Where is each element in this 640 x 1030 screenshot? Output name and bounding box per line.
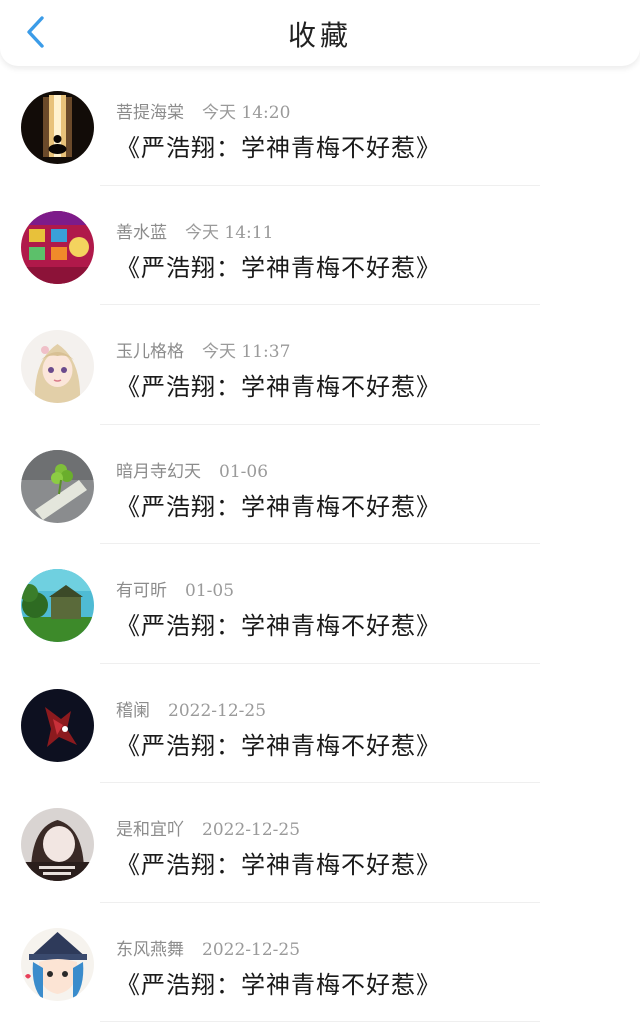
- header-bar: 收藏: [0, 0, 640, 66]
- timestamp: 01-05: [185, 581, 235, 601]
- book-title: 《严浩翔：学神青梅不好惹》: [116, 253, 441, 282]
- timestamp: 2022-12-25: [202, 820, 301, 840]
- avatar: [21, 210, 94, 284]
- timestamp: 2022-12-25: [202, 939, 301, 960]
- book-title: 《严浩翔：学神青梅不好惹》: [116, 731, 441, 760]
- timestamp: 今天 11:37: [202, 342, 291, 362]
- book-title: 《严浩翔：学神青梅不好惹》: [116, 134, 441, 162]
- book-title: 《严浩翔：学神青梅不好惹》: [116, 970, 441, 999]
- avatar: [21, 688, 94, 762]
- user-name: 暗月寺幻天: [116, 461, 201, 482]
- page-title: 收藏: [287, 19, 352, 52]
- avatar: [21, 808, 94, 881]
- user-name: 东风燕舞: [116, 939, 184, 960]
- avatar: [21, 569, 94, 642]
- list-item[interactable]: 东风燕舞 2022-12-25 《严浩翔：学神青梅不好惹》: [0, 903, 640, 1022]
- book-title: 《严浩翔：学神青梅不好惹》: [116, 612, 441, 640]
- user-name: 玉儿格格: [116, 342, 184, 362]
- list-item[interactable]: 有可昕 01-05 《严浩翔：学神青梅不好惹》: [0, 544, 640, 664]
- avatar: [21, 449, 94, 523]
- book-title: 《严浩翔：学神青梅不好惹》: [116, 492, 441, 521]
- favorites-list: 菩提海棠 今天 14:20 《严浩翔：学神青梅不好惹》 善水蓝 今天 14:11 《…: [0, 66, 640, 1022]
- avatar: [21, 330, 94, 403]
- avatar: [21, 91, 94, 164]
- timestamp: 今天 14:11: [185, 222, 274, 243]
- book-title: 《严浩翔：学神青梅不好惹》: [116, 851, 441, 879]
- user-name: 菩提海棠: [116, 103, 184, 123]
- timestamp: 今天 14:20: [202, 103, 291, 123]
- book-title: 《严浩翔：学神青梅不好惹》: [116, 373, 441, 401]
- list-item[interactable]: 是和宜吖 2022-12-25 《严浩翔：学神青梅不好惹》: [0, 783, 640, 903]
- list-item[interactable]: 稽阑 2022-12-25 《严浩翔：学神青梅不好惹》: [0, 664, 640, 783]
- list-item[interactable]: 暗月寺幻天 01-06 《严浩翔：学神青梅不好惹》: [0, 425, 640, 544]
- list-item[interactable]: 善水蓝 今天 14:11 《严浩翔：学神青梅不好惹》: [0, 186, 640, 305]
- list-item[interactable]: 玉儿格格 今天 11:37 《严浩翔：学神青梅不好惹》: [0, 305, 640, 425]
- timestamp: 2022-12-25: [168, 700, 267, 721]
- timestamp: 01-06: [219, 461, 269, 482]
- user-name: 善水蓝: [116, 222, 167, 243]
- divider: [100, 1021, 540, 1022]
- user-name: 稽阑: [116, 700, 150, 721]
- avatar: [21, 927, 94, 1001]
- list-item[interactable]: 菩提海棠 今天 14:20 《严浩翔：学神青梅不好惹》: [0, 66, 640, 186]
- user-name: 是和宜吖: [116, 820, 184, 840]
- user-name: 有可昕: [116, 581, 167, 601]
